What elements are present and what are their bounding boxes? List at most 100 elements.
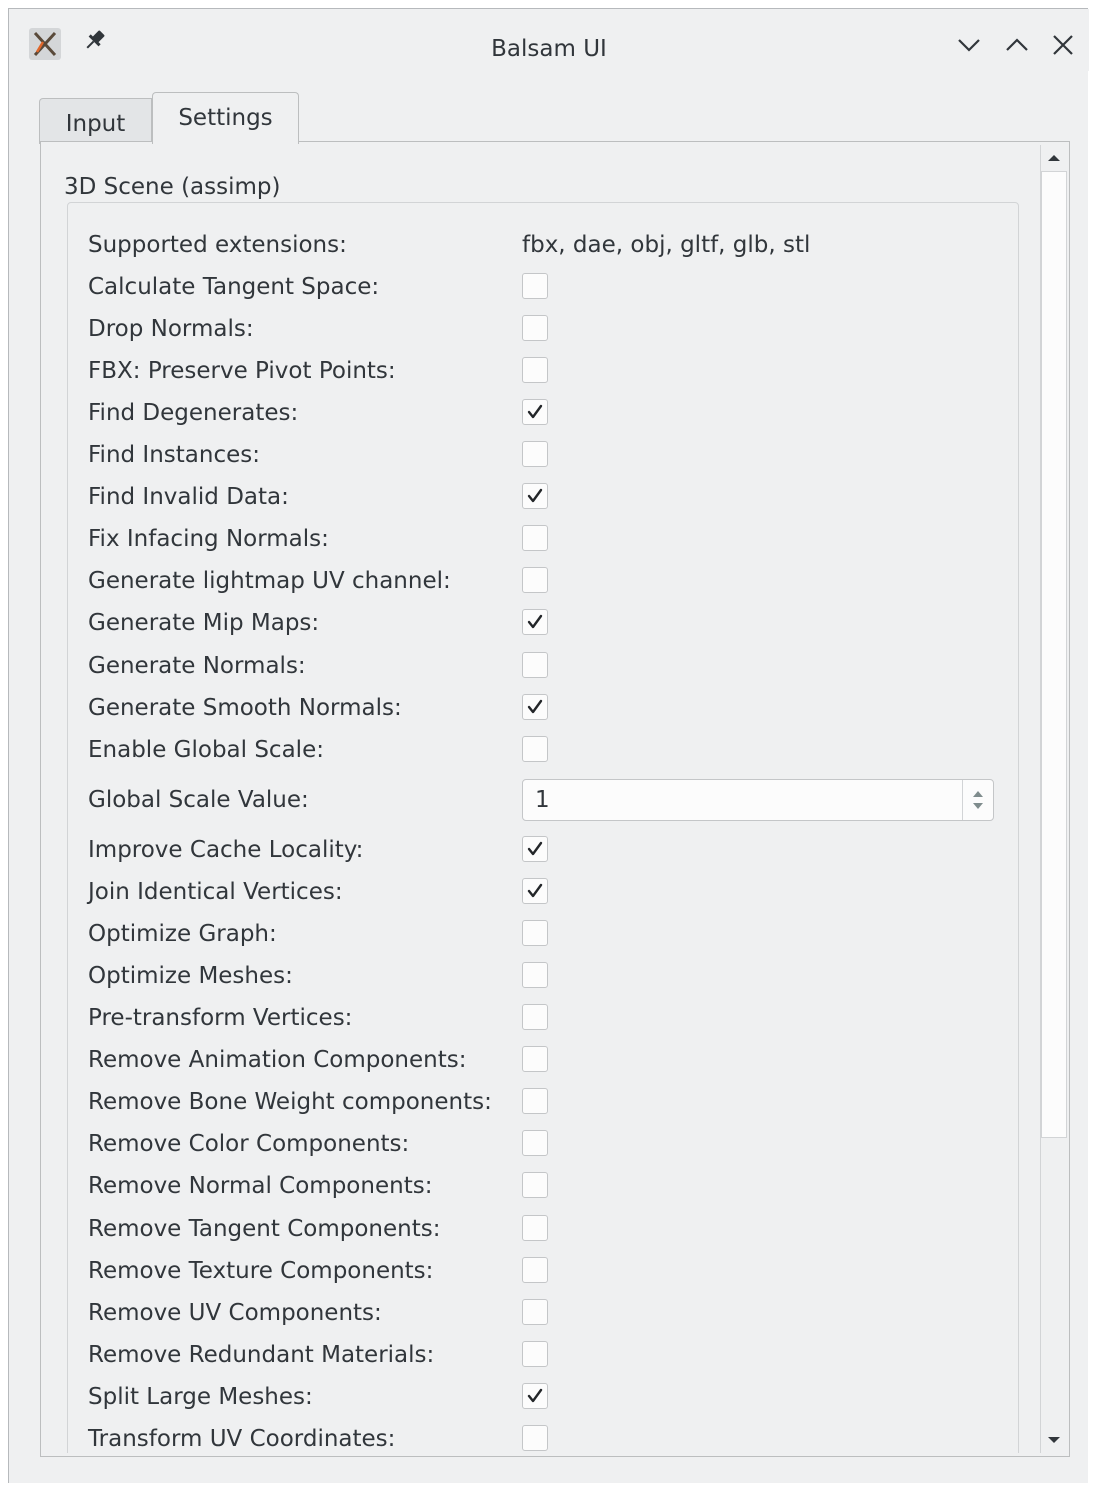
option-label-remove-uv-components: Remove UV Components: [88,1300,382,1326]
option-label-optimize-graph: Optimize Graph: [88,921,277,947]
scroll-track[interactable] [1041,171,1067,1427]
settings-panel: 3D Scene (assimp) Supported extensions: … [40,141,1070,1457]
settings-scroll-area[interactable]: 3D Scene (assimp) Supported extensions: … [44,145,1040,1453]
global-scale-value: 1 [535,787,550,813]
option-row-remove-uv-components: Remove UV Components: [88,1292,1008,1334]
option-label-remove-animation-components: Remove Animation Components: [88,1047,467,1073]
option-row-fix-infacing-normals: Fix Infacing Normals: [88,518,1008,560]
vertical-scrollbar[interactable] [1040,145,1067,1453]
checkbox-fbx-preserve-pivot-points[interactable] [522,357,548,383]
checkbox-remove-tangent-components[interactable] [522,1215,548,1241]
checkbox-generate-lightmap-uv-channel[interactable] [522,567,548,593]
option-row-optimize-meshes: Optimize Meshes: [88,955,1008,997]
checkbox-join-identical-vertices[interactable] [522,878,548,904]
option-label-find-instances: Find Instances: [88,442,260,468]
option-label-split-large-meshes: Split Large Meshes: [88,1384,313,1410]
checkbox-split-large-meshes[interactable] [522,1383,548,1409]
option-row-generate-lightmap-uv-channel: Generate lightmap UV channel: [88,560,1008,602]
checkbox-find-degenerates[interactable] [522,399,548,425]
global-scale-label: Global Scale Value: [88,787,309,813]
option-label-remove-bone-weight-components: Remove Bone Weight components: [88,1089,492,1115]
balsam-window: Balsam UI Input Settings 3D Scene (assim… [8,8,1089,1483]
checkbox-remove-texture-components[interactable] [522,1257,548,1283]
tab-input[interactable]: Input [39,98,152,144]
option-label-optimize-meshes: Optimize Meshes: [88,963,293,989]
option-row-remove-color-components: Remove Color Components: [88,1123,1008,1165]
checkbox-remove-animation-components[interactable] [522,1046,548,1072]
group-title: 3D Scene (assimp) [64,174,281,200]
maximize-icon[interactable] [1001,29,1033,61]
option-row-enable-global-scale: Enable Global Scale: [88,729,1008,771]
checkbox-remove-color-components[interactable] [522,1130,548,1156]
option-label-enable-global-scale: Enable Global Scale: [88,737,324,763]
option-row-generate-normals: Generate Normals: [88,645,1008,687]
checkbox-enable-global-scale[interactable] [522,736,548,762]
option-row-find-instances: Find Instances: [88,434,1008,476]
option-label-calculate-tangent-space: Calculate Tangent Space: [88,274,380,300]
option-label-improve-cache-locality: Improve Cache Locality: [88,837,364,863]
checkbox-fix-infacing-normals[interactable] [522,525,548,551]
scroll-up-icon[interactable] [1041,145,1067,171]
checkbox-generate-normals[interactable] [522,652,548,678]
option-row-remove-tangent-components: Remove Tangent Components: [88,1208,1008,1250]
spin-arrows[interactable] [962,780,993,820]
checkbox-remove-redundant-materials[interactable] [522,1341,548,1367]
checkmark-icon [527,488,543,503]
option-row-find-invalid-data: Find Invalid Data: [88,476,1008,518]
scroll-down-icon[interactable] [1041,1427,1067,1453]
spin-up-icon [973,791,983,797]
option-row-optimize-graph: Optimize Graph: [88,913,1008,955]
checkbox-improve-cache-locality[interactable] [522,836,548,862]
checkbox-calculate-tangent-space[interactable] [522,273,548,299]
window-title: Balsam UI [491,36,607,62]
option-row-generate-mip-maps: Generate Mip Maps: [88,602,1008,644]
option-row-remove-normal-components: Remove Normal Components: [88,1165,1008,1207]
checkbox-generate-smooth-normals[interactable] [522,694,548,720]
option-row-split-large-meshes: Split Large Meshes: [88,1376,1008,1418]
option-label-generate-mip-maps: Generate Mip Maps: [88,610,320,636]
option-row-remove-animation-components: Remove Animation Components: [88,1039,1008,1081]
option-label-remove-redundant-materials: Remove Redundant Materials: [88,1342,435,1368]
close-icon[interactable] [1047,29,1079,61]
checkbox-optimize-meshes[interactable] [522,962,548,988]
option-row-pre-transform-vertices: Pre-transform Vertices: [88,997,1008,1039]
checkmark-icon [527,614,543,629]
checkmark-icon [527,841,543,856]
supported-extensions-row: Supported extensions: fbx, dae, obj, glt… [88,224,1008,266]
checkbox-remove-bone-weight-components[interactable] [522,1088,548,1114]
checkbox-remove-uv-components[interactable] [522,1299,548,1325]
checkbox-generate-mip-maps[interactable] [522,609,548,635]
option-label-generate-normals: Generate Normals: [88,653,306,679]
option-label-fix-infacing-normals: Fix Infacing Normals: [88,526,329,552]
checkbox-pre-transform-vertices[interactable] [522,1004,548,1030]
option-label-find-degenerates: Find Degenerates: [88,400,299,426]
checkbox-find-instances[interactable] [522,441,548,467]
option-label-remove-normal-components: Remove Normal Components: [88,1173,433,1199]
option-row-fbx-preserve-pivot-points: FBX: Preserve Pivot Points: [88,350,1008,392]
checkmark-icon [527,404,543,419]
option-label-pre-transform-vertices: Pre-transform Vertices: [88,1005,353,1031]
checkbox-drop-normals[interactable] [522,315,548,341]
checkbox-remove-normal-components[interactable] [522,1172,548,1198]
option-label-drop-normals: Drop Normals: [88,316,254,342]
scroll-handle[interactable] [1041,171,1067,1138]
option-row-generate-smooth-normals: Generate Smooth Normals: [88,687,1008,729]
checkmark-icon [527,1388,543,1403]
title-bar[interactable]: Balsam UI [9,9,1089,71]
option-row-remove-texture-components: Remove Texture Components: [88,1250,1008,1292]
global-scale-spinbox[interactable]: 1 [522,779,994,821]
supported-extensions-label: Supported extensions: [88,232,347,258]
checkbox-find-invalid-data[interactable] [522,483,548,509]
option-row-drop-normals: Drop Normals: [88,308,1008,350]
checkbox-transform-uv-coordinates[interactable] [522,1425,548,1451]
option-row-join-identical-vertices: Join Identical Vertices: [88,871,1008,913]
option-row-remove-bone-weight-components: Remove Bone Weight components: [88,1081,1008,1123]
minimize-icon[interactable] [953,29,985,61]
tab-settings[interactable]: Settings [152,92,299,144]
option-label-fbx-preserve-pivot-points: FBX: Preserve Pivot Points: [88,358,396,384]
spin-down-icon [973,803,983,809]
checkbox-optimize-graph[interactable] [522,920,548,946]
option-row-improve-cache-locality: Improve Cache Locality: [88,829,1008,871]
option-label-find-invalid-data: Find Invalid Data: [88,484,289,510]
option-label-generate-smooth-normals: Generate Smooth Normals: [88,695,402,721]
